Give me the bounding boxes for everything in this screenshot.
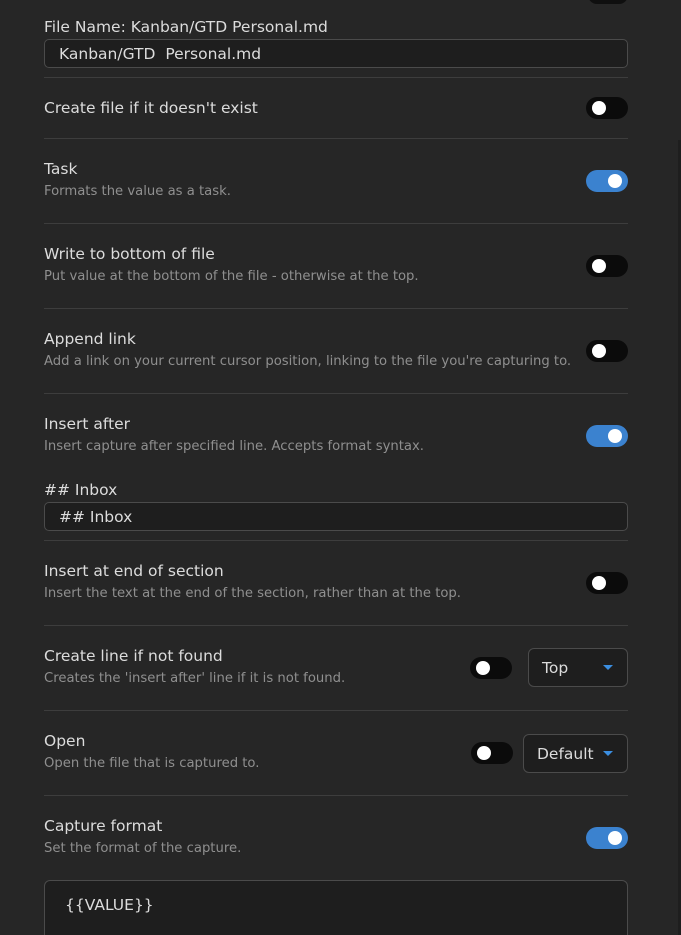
- divider: [44, 540, 628, 541]
- toggle-knob: [476, 661, 490, 675]
- create-line-toggle[interactable]: [470, 657, 512, 679]
- capture-format-value[interactable]: {{VALUE}}: [65, 895, 154, 915]
- append-link-toggle[interactable]: [586, 340, 628, 362]
- create-line-position-value: Top: [542, 659, 569, 677]
- toggle-knob: [608, 429, 622, 443]
- file-name-input[interactable]: [45, 40, 627, 67]
- divider: [44, 795, 628, 796]
- create-line-position-select[interactable]: Top: [528, 648, 628, 687]
- write-to-bottom-label: Write to bottom of file: [44, 245, 215, 263]
- insert-after-label: Insert after: [44, 415, 131, 433]
- capture-format-description: Set the format of the capture.: [44, 841, 242, 856]
- toggle-knob: [592, 101, 606, 115]
- write-to-bottom-description: Put value at the bottom of the file - ot…: [44, 269, 419, 284]
- open-label: Open: [44, 732, 86, 750]
- insert-after-input[interactable]: [45, 503, 627, 530]
- insert-at-end-description: Insert the text at the end of the sectio…: [44, 586, 461, 601]
- open-toggle[interactable]: [471, 742, 513, 764]
- write-to-bottom-toggle[interactable]: [586, 255, 628, 277]
- task-description: Formats the value as a task.: [44, 184, 231, 199]
- task-toggle[interactable]: [586, 170, 628, 192]
- insert-at-end-label: Insert at end of section: [44, 562, 224, 580]
- insert-after-description: Insert capture after specified line. Acc…: [44, 439, 424, 454]
- previous-setting-toggle[interactable]: [588, 0, 628, 4]
- file-name-label: File Name: Kanban/GTD Personal.md: [44, 18, 328, 36]
- capture-format-toggle[interactable]: [586, 827, 628, 849]
- insert-after-toggle[interactable]: [586, 425, 628, 447]
- insert-after-field[interactable]: [44, 502, 628, 531]
- open-description: Open the file that is captured to.: [44, 756, 260, 771]
- chevron-down-icon: [603, 751, 613, 756]
- divider: [44, 308, 628, 309]
- toggle-knob: [608, 174, 622, 188]
- insert-at-end-toggle[interactable]: [586, 572, 628, 594]
- toggle-knob: [592, 576, 606, 590]
- insert-after-field-label: ## Inbox: [44, 481, 118, 499]
- capture-format-textarea[interactable]: {{VALUE}}: [44, 880, 628, 935]
- capture-settings-page: File Name: Kanban/GTD Personal.md Create…: [0, 0, 681, 935]
- append-link-description: Add a link on your current cursor positi…: [44, 354, 572, 369]
- create-file-label: Create file if it doesn't exist: [44, 99, 258, 117]
- divider: [44, 625, 628, 626]
- toggle-knob: [608, 831, 622, 845]
- divider: [44, 710, 628, 711]
- toggle-knob: [592, 259, 606, 273]
- divider: [44, 223, 628, 224]
- create-file-toggle[interactable]: [586, 97, 628, 119]
- file-name-field[interactable]: [44, 39, 628, 68]
- open-mode-select[interactable]: Default: [523, 734, 628, 773]
- create-line-label: Create line if not found: [44, 647, 223, 665]
- divider: [44, 138, 628, 139]
- open-mode-value: Default: [537, 745, 594, 763]
- append-link-label: Append link: [44, 330, 136, 348]
- divider: [44, 393, 628, 394]
- create-line-description: Creates the 'insert after' line if it is…: [44, 671, 346, 686]
- divider: [44, 77, 628, 78]
- task-label: Task: [44, 160, 78, 178]
- chevron-down-icon: [603, 665, 613, 670]
- toggle-knob: [477, 746, 491, 760]
- capture-format-label: Capture format: [44, 817, 163, 835]
- toggle-knob: [592, 344, 606, 358]
